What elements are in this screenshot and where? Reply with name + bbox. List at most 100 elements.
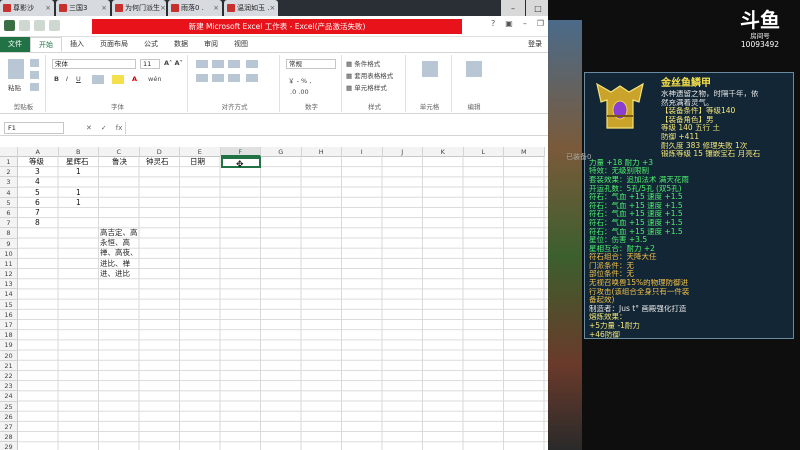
column-header[interactable]: G: [261, 147, 302, 157]
row-header[interactable]: 4: [0, 187, 18, 198]
row-header[interactable]: 26: [0, 411, 18, 422]
row-header[interactable]: 24: [0, 391, 18, 402]
row-header[interactable]: 5: [0, 197, 18, 208]
column-header[interactable]: K: [423, 147, 464, 157]
column-header[interactable]: A: [18, 147, 59, 157]
column-header[interactable]: C: [99, 147, 140, 157]
row-header[interactable]: 9: [0, 238, 18, 249]
align-center-icon[interactable]: [212, 74, 224, 82]
row-header[interactable]: 8: [0, 228, 18, 239]
row-header[interactable]: 2: [0, 167, 18, 178]
close-icon[interactable]: ×: [101, 4, 107, 12]
redo-icon[interactable]: [49, 20, 60, 31]
align-middle-icon[interactable]: [212, 60, 224, 68]
row-header[interactable]: 27: [0, 421, 18, 433]
row-header[interactable]: 1: [0, 157, 18, 168]
border-icon[interactable]: [92, 75, 104, 84]
row-header[interactable]: 17: [0, 320, 18, 331]
browser-tab[interactable]: 温润如玉 . ×: [224, 0, 278, 16]
row-header[interactable]: 28: [0, 432, 18, 443]
copy-icon[interactable]: [30, 71, 39, 79]
close-icon[interactable]: ×: [160, 4, 166, 12]
column-header[interactable]: I: [342, 147, 383, 157]
minimize-icon[interactable]: –: [501, 0, 525, 16]
fill-color-icon[interactable]: [112, 75, 124, 84]
cell-style-button[interactable]: ▦ 单元格样式: [346, 82, 387, 92]
row-header[interactable]: 20: [0, 350, 18, 361]
row-header[interactable]: 6: [0, 207, 18, 219]
align-top-icon[interactable]: [196, 60, 208, 68]
row-header[interactable]: 18: [0, 330, 18, 341]
align-bottom-icon[interactable]: [228, 60, 240, 68]
column-header[interactable]: L: [464, 147, 504, 157]
column-header[interactable]: D: [140, 147, 180, 157]
function-icon[interactable]: fx: [116, 124, 123, 132]
decimal-icon[interactable]: .0 .00: [290, 88, 309, 96]
row-header[interactable]: 25: [0, 401, 18, 412]
font-name-select[interactable]: 宋体: [52, 59, 136, 69]
undo-icon[interactable]: [34, 20, 45, 31]
table-format-button[interactable]: ▦ 套用表格格式: [346, 70, 393, 80]
save-icon[interactable]: [19, 20, 30, 31]
column-header[interactable]: B: [59, 147, 99, 157]
name-box[interactable]: F1: [4, 121, 64, 134]
tab-page-layout[interactable]: 页面布局: [92, 37, 136, 52]
cell-a4[interactable]: 5: [35, 188, 40, 198]
cell-area[interactable]: 等级 星辉石 鲁决 钟灵石 日期 3 1 4 5 1 6 1 7 8 高吉定、高…: [18, 157, 548, 450]
tab-formulas[interactable]: 公式: [136, 37, 166, 52]
row-header[interactable]: 10: [0, 248, 18, 259]
close-icon[interactable]: ×: [213, 4, 219, 12]
currency-icon[interactable]: ￥ - % ,: [288, 75, 311, 85]
browser-tab[interactable]: 雨落0 . ×: [168, 0, 222, 16]
tab-data[interactable]: 数据: [166, 37, 196, 52]
cells-icon[interactable]: [422, 61, 438, 77]
cell-a3[interactable]: 4: [35, 177, 40, 187]
column-header[interactable]: J: [383, 147, 423, 157]
browser-tab[interactable]: 尊影沙 ×: [0, 0, 54, 16]
formula-input[interactable]: [125, 122, 542, 134]
help-icon[interactable]: ?: [491, 19, 495, 28]
minimize-icon[interactable]: –: [523, 19, 527, 28]
row-header[interactable]: 16: [0, 309, 18, 320]
phonetic-icon[interactable]: wén: [148, 75, 161, 83]
cell-e1[interactable]: 日期: [190, 157, 205, 167]
tab-file[interactable]: 文件: [0, 37, 30, 52]
browser-tab[interactable]: 三国3 ×: [56, 0, 110, 16]
conditional-format-button[interactable]: ▦ 条件格式: [346, 58, 380, 68]
paste-icon[interactable]: [8, 59, 24, 79]
row-header[interactable]: 7: [0, 218, 18, 229]
cut-icon[interactable]: [30, 59, 39, 67]
cell-b1[interactable]: 星辉石: [66, 157, 89, 167]
row-header[interactable]: 23: [0, 381, 18, 392]
row-header[interactable]: 21: [0, 360, 18, 371]
merge-icon[interactable]: [246, 74, 258, 82]
format-painter-icon[interactable]: [30, 83, 39, 91]
cancel-icon[interactable]: ✕: [86, 124, 92, 132]
cell-a2[interactable]: 3: [35, 167, 40, 177]
cell-a7[interactable]: 8: [35, 218, 40, 228]
tab-insert[interactable]: 插入: [62, 37, 92, 52]
font-color-icon[interactable]: A: [132, 75, 137, 83]
column-header[interactable]: H: [302, 147, 342, 157]
close-icon[interactable]: ×: [45, 4, 51, 12]
row-header[interactable]: 11: [0, 258, 18, 270]
row-header[interactable]: 29: [0, 442, 18, 450]
bold-icon[interactable]: B: [54, 75, 59, 83]
cell-d1[interactable]: 钟灵石: [146, 157, 169, 167]
align-left-icon[interactable]: [196, 74, 208, 82]
row-header[interactable]: 14: [0, 289, 18, 300]
close-icon[interactable]: ×: [269, 4, 275, 12]
column-header[interactable]: E: [180, 147, 221, 157]
column-header[interactable]: M: [504, 147, 545, 157]
enter-icon[interactable]: ✓: [101, 124, 107, 132]
find-select-icon[interactable]: [466, 61, 482, 77]
italic-icon[interactable]: I: [66, 75, 68, 83]
orientation-icon[interactable]: [246, 60, 258, 68]
row-header[interactable]: 3: [0, 177, 18, 188]
cell-c9[interactable]: 高吉定、高永恒、高禅、高夜、进比、禅进、进比: [100, 228, 140, 279]
row-header[interactable]: 22: [0, 370, 18, 382]
row-header[interactable]: 13: [0, 279, 18, 290]
cell-c1[interactable]: 鲁决: [112, 157, 127, 167]
grow-font-icon[interactable]: A˄ A˅: [164, 59, 183, 67]
align-right-icon[interactable]: [228, 74, 240, 82]
